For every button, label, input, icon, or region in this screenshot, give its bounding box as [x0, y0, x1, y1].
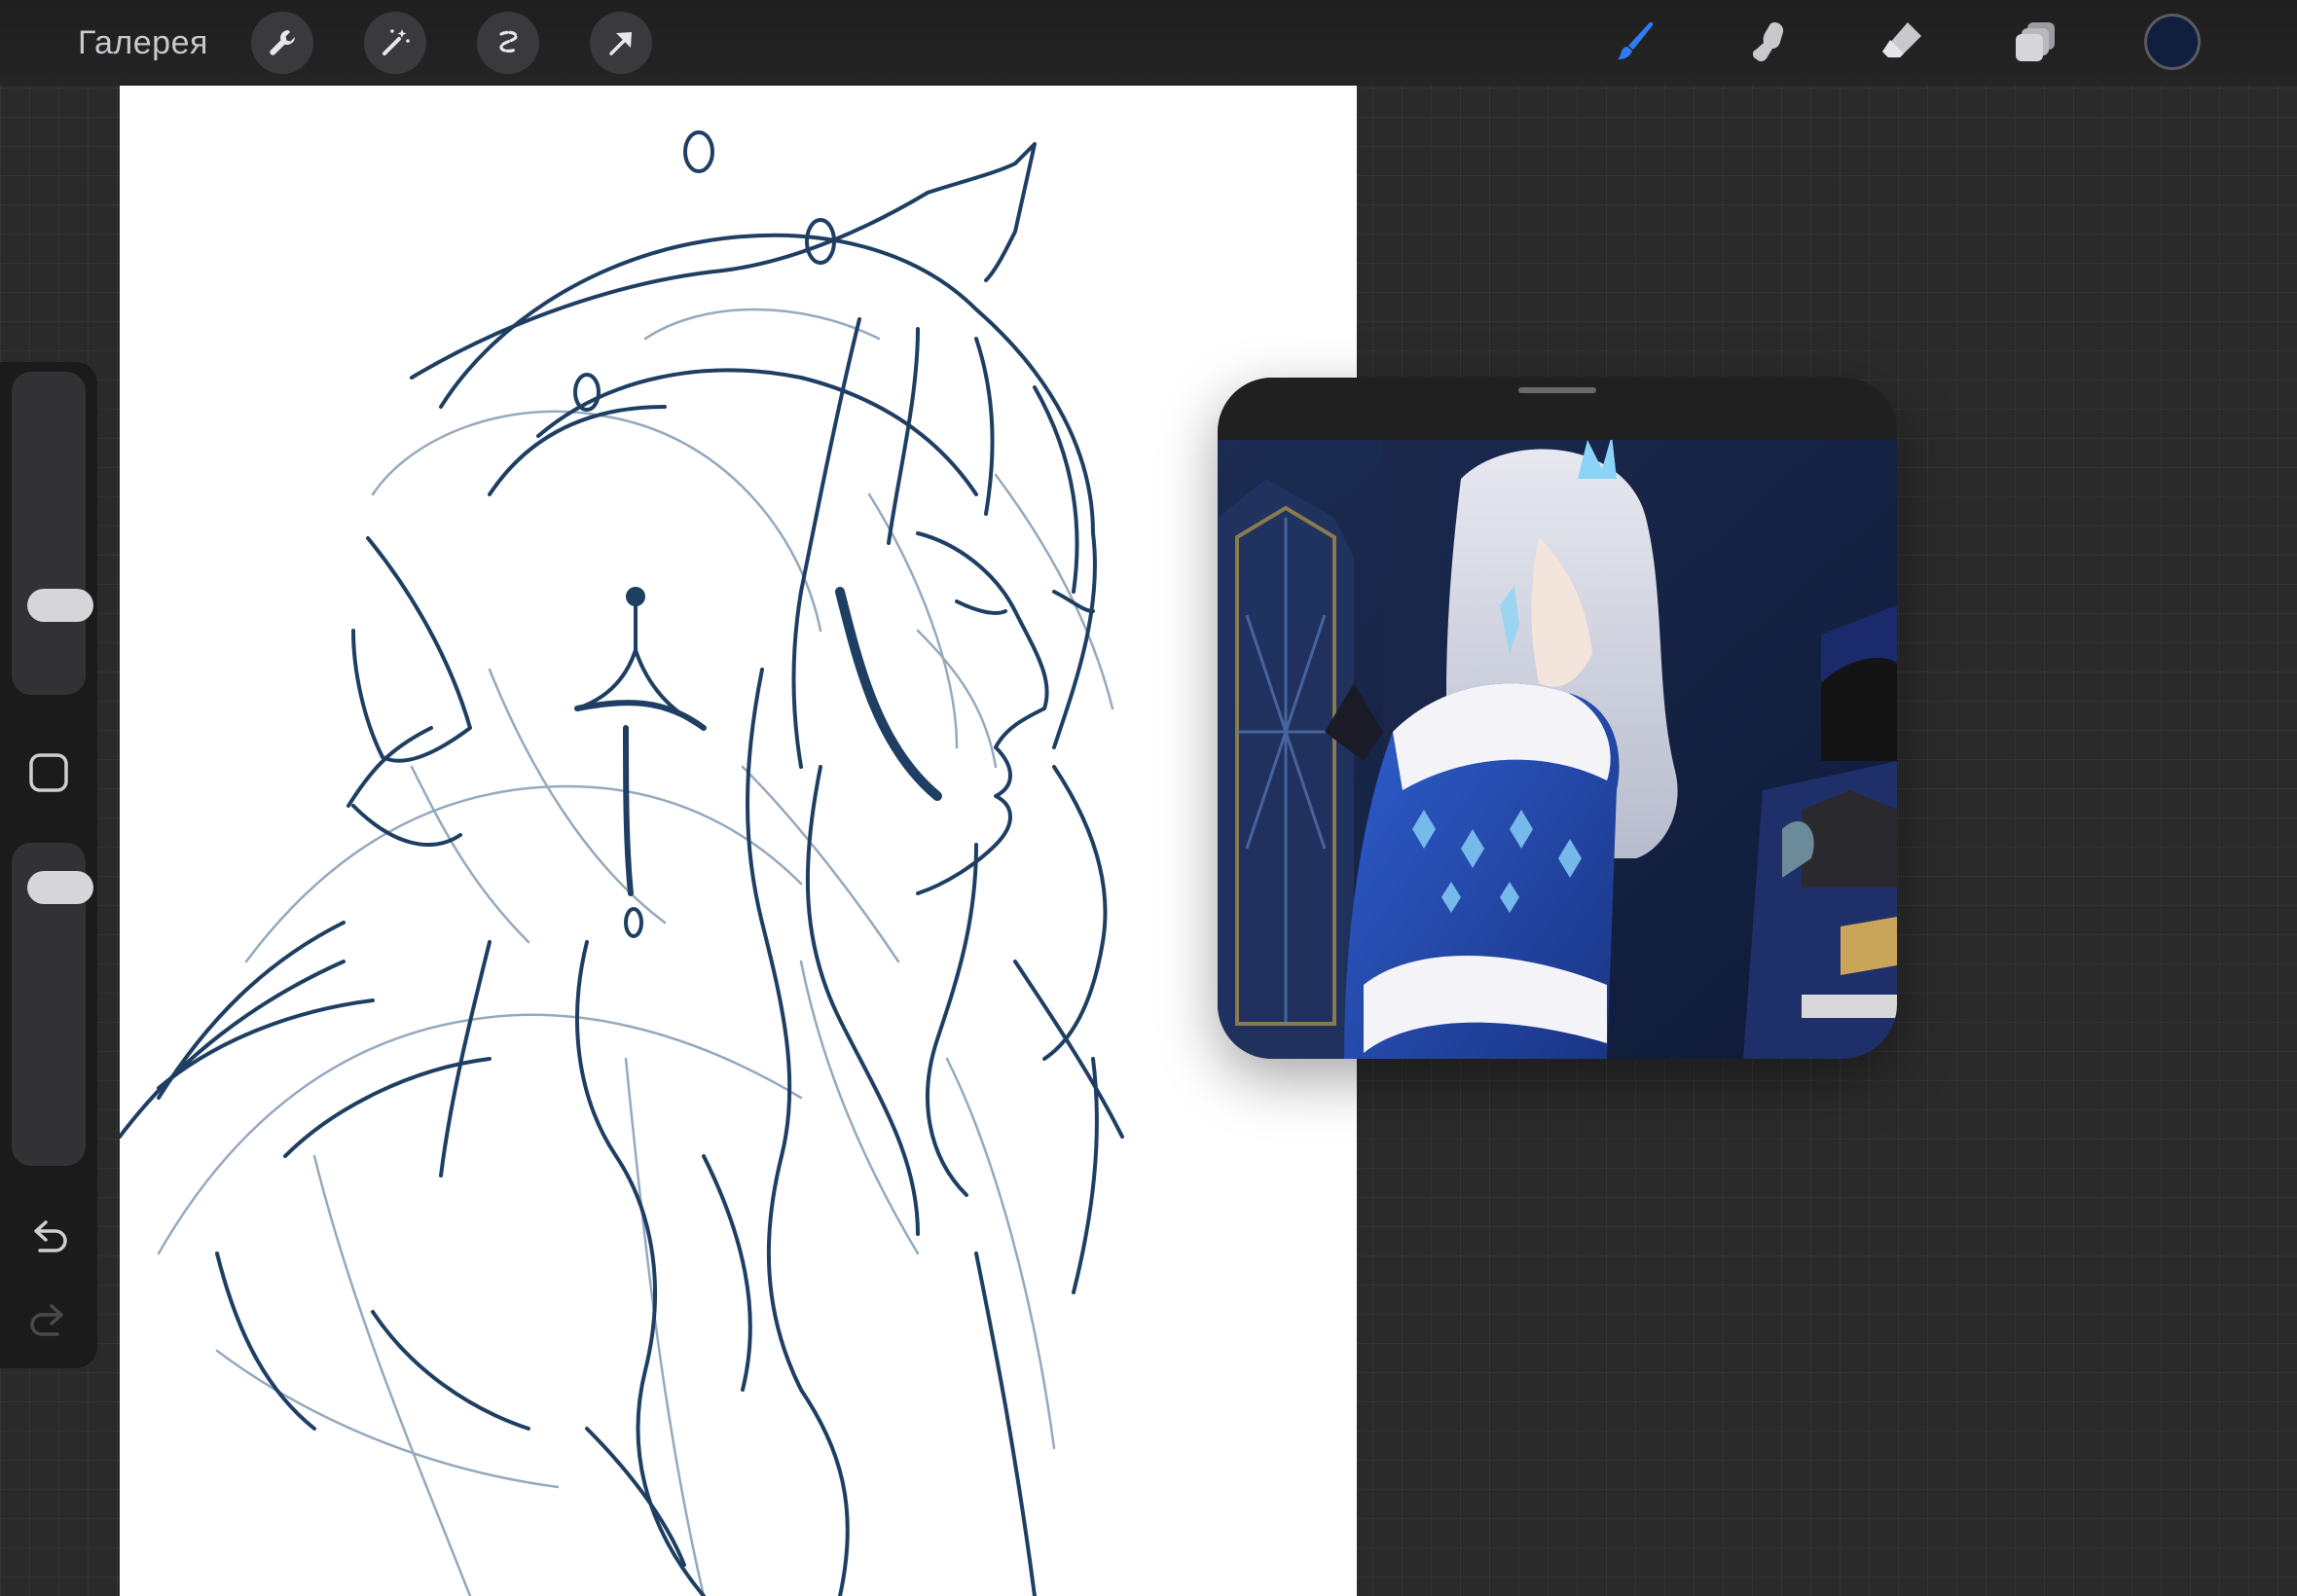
adjustments-button[interactable] — [364, 12, 426, 74]
eraser-icon — [1882, 22, 1921, 57]
redo-icon — [30, 1304, 63, 1336]
reference-window-header[interactable] — [1218, 378, 1897, 440]
magic-wand-icon — [383, 29, 410, 55]
layers-icon — [2016, 22, 2055, 61]
modify-button[interactable] — [27, 751, 70, 794]
left-sidebar — [0, 362, 97, 1368]
undo-icon — [34, 1220, 67, 1252]
selection-icon — [499, 30, 518, 54]
transform-arrow-icon — [609, 32, 632, 55]
drawing-canvas[interactable] — [120, 86, 1357, 1596]
selection-button[interactable] — [477, 12, 539, 74]
smudge-button[interactable] — [1736, 12, 1799, 74]
wrench-icon — [270, 30, 295, 55]
smudge-icon — [1752, 22, 1784, 62]
transform-button[interactable] — [590, 12, 652, 74]
layers-button[interactable] — [2005, 12, 2067, 74]
top-toolbar: Галерея — [0, 0, 2297, 86]
brush-button[interactable] — [1602, 12, 1664, 74]
undo-button[interactable] — [23, 1209, 74, 1259]
reference-image — [1218, 440, 1897, 1059]
brush-icon — [1618, 21, 1654, 59]
redo-button[interactable] — [23, 1292, 74, 1343]
eraser-button[interactable] — [1871, 12, 1933, 74]
opacity-thumb[interactable] — [27, 870, 93, 904]
sketch-drawing — [120, 130, 1124, 1596]
color-picker-button[interactable] — [2144, 14, 2201, 70]
brush-size-thumb[interactable] — [27, 589, 93, 623]
reference-window[interactable] — [1218, 378, 1897, 1059]
actions-button[interactable] — [251, 12, 313, 74]
gallery-button[interactable]: Галерея — [78, 19, 208, 66]
drag-handle[interactable] — [1518, 387, 1596, 393]
brush-size-slider[interactable] — [12, 372, 93, 695]
opacity-slider[interactable] — [12, 843, 93, 1166]
square-icon — [29, 753, 68, 792]
